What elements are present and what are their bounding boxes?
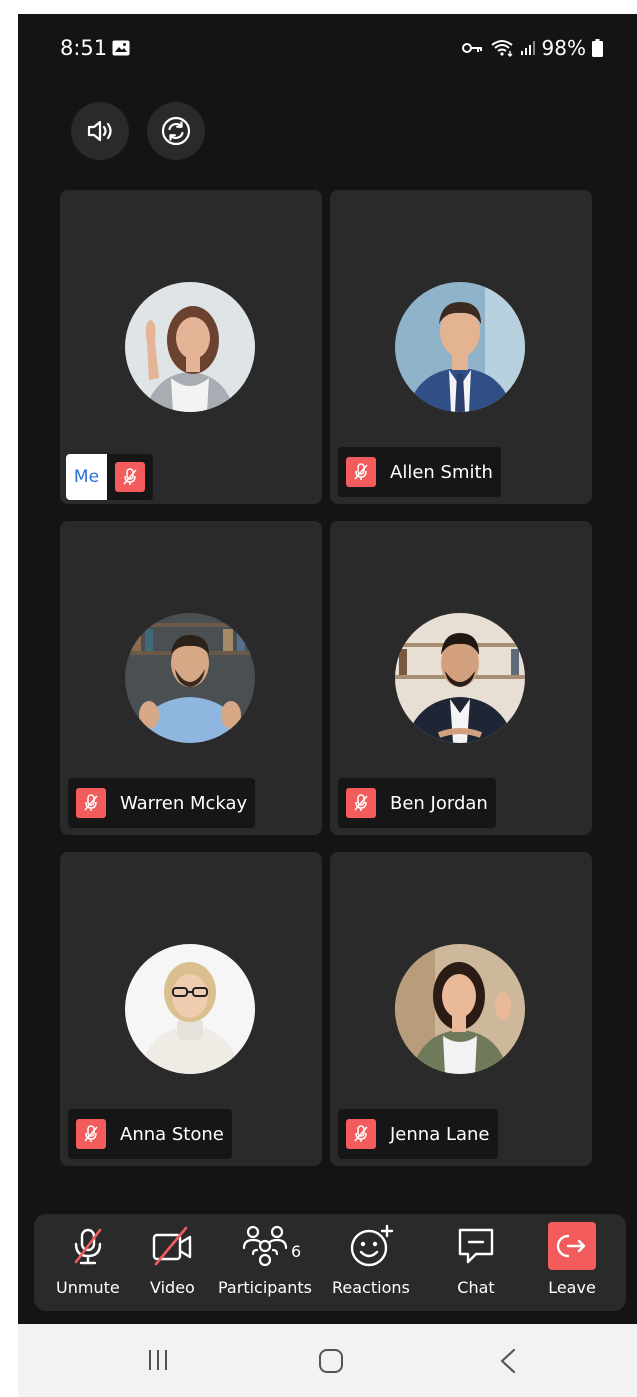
nametag: Jenna Lane — [338, 1109, 498, 1159]
status-bar: 8:51 98% — [18, 14, 637, 84]
image-icon — [112, 40, 130, 56]
video-button[interactable]: Video — [150, 1222, 195, 1304]
avatar — [125, 282, 255, 412]
participant-tile-anna-stone[interactable]: Anna Stone — [60, 852, 322, 1166]
video-label: Video — [150, 1278, 195, 1297]
mic-off-icon — [84, 1125, 98, 1142]
call-screen: 8:51 98% Me Allen Smith Warren Mckay Ben… — [18, 14, 637, 1397]
signal-icon — [520, 41, 535, 55]
nametag: Anna Stone — [68, 1109, 232, 1159]
participant-name: Jenna Lane — [390, 1123, 490, 1145]
reactions-icon — [350, 1224, 394, 1267]
participants-count: 6 — [291, 1242, 302, 1261]
reactions-button[interactable]: Reactions — [332, 1222, 410, 1304]
mic-off-icon — [74, 1228, 102, 1265]
participant-tile-allen-smith[interactable]: Allen Smith — [330, 190, 592, 504]
speaker-button[interactable] — [71, 102, 129, 160]
back-icon[interactable] — [498, 1348, 518, 1374]
muted-badge — [346, 788, 376, 818]
mic-off-icon — [84, 794, 98, 811]
leave-button[interactable]: Leave — [548, 1222, 596, 1304]
avatar — [395, 944, 525, 1074]
status-right: 98% — [461, 36, 603, 60]
unmute-button[interactable]: Unmute — [56, 1222, 120, 1304]
leave-icon — [556, 1234, 586, 1258]
participant-name: Anna Stone — [120, 1123, 224, 1145]
me-label: Me — [66, 454, 107, 500]
vpn-key-icon — [461, 43, 482, 53]
avatar — [395, 282, 525, 412]
avatar — [125, 613, 255, 743]
participant-name: Allen Smith — [390, 461, 493, 483]
chat-label: Chat — [457, 1278, 495, 1297]
participant-tile-jenna-lane[interactable]: Jenna Lane — [330, 852, 592, 1166]
muted-badge — [76, 788, 106, 818]
wifi-icon — [490, 40, 513, 57]
participants-label: Participants — [218, 1278, 312, 1297]
mic-off-icon — [354, 794, 368, 811]
participants-icon — [242, 1225, 288, 1267]
mic-off-icon — [123, 468, 137, 485]
battery-percent: 98% — [541, 36, 586, 60]
reactions-label: Reactions — [332, 1278, 410, 1297]
chat-icon — [458, 1228, 494, 1264]
call-toolbar: Unmute Video 6 Participants Reactions Ch… — [34, 1214, 626, 1311]
nametag: Warren Mckay — [68, 778, 256, 828]
system-nav-bar — [18, 1324, 637, 1397]
nametag: Ben Jordan — [338, 778, 496, 828]
avatar — [395, 613, 525, 743]
muted-badge — [346, 1119, 376, 1149]
leave-icon-bg — [548, 1222, 596, 1270]
muted-badge — [76, 1119, 106, 1149]
leave-label: Leave — [548, 1278, 596, 1297]
participant-name: Ben Jordan — [390, 792, 488, 814]
muted-badge — [115, 462, 145, 492]
me-nametag: Me — [66, 454, 153, 500]
recent-apps-icon[interactable] — [146, 1348, 170, 1372]
mic-off-icon — [354, 1125, 368, 1142]
participant-tile-me[interactable]: Me — [60, 190, 322, 504]
switch-camera-icon — [161, 116, 191, 146]
avatar — [125, 944, 255, 1074]
switch-camera-button[interactable] — [147, 102, 205, 160]
mic-off-icon — [354, 463, 368, 480]
participant-tile-ben-jordan[interactable]: Ben Jordan — [330, 521, 592, 835]
chat-button[interactable]: Chat — [454, 1222, 498, 1304]
participant-name: Warren Mckay — [120, 792, 248, 814]
home-icon[interactable] — [318, 1348, 344, 1374]
participant-tile-warren-mckay[interactable]: Warren Mckay — [60, 521, 322, 835]
speaker-icon — [87, 120, 112, 142]
muted-badge — [346, 457, 376, 487]
status-time: 8:51 — [60, 36, 108, 60]
participants-button[interactable]: 6 Participants — [217, 1222, 313, 1304]
video-off-icon — [153, 1226, 192, 1266]
unmute-label: Unmute — [56, 1278, 120, 1297]
nametag: Allen Smith — [338, 447, 501, 497]
battery-icon — [592, 39, 603, 57]
